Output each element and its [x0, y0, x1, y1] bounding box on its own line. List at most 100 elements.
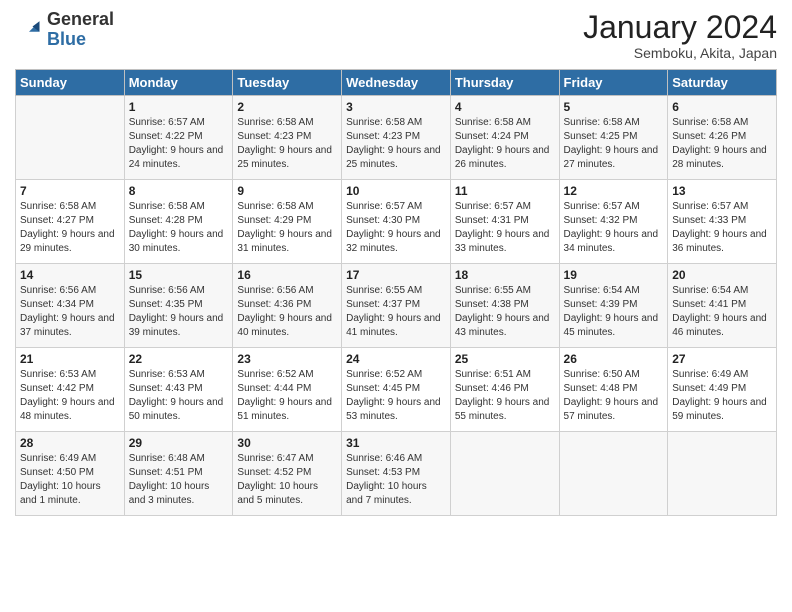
weekday-wednesday: Wednesday: [342, 70, 451, 96]
weekday-friday: Friday: [559, 70, 668, 96]
calendar-cell: 30Sunrise: 6:47 AMSunset: 4:52 PMDayligh…: [233, 432, 342, 516]
day-number: 27: [672, 352, 772, 366]
calendar-cell: 10 Sunrise: 6:57 AMSunset: 4:30 PMDayligh…: [342, 180, 451, 264]
title-block: January 2024 Semboku, Akita, Japan: [583, 10, 777, 61]
calendar-cell: 24 Sunrise: 6:52 AMSunset: 4:45 PMDayligh…: [342, 348, 451, 432]
day-number: 31: [346, 436, 446, 450]
calendar-week-4: 21Sunrise: 6:53 AMSunset: 4:42 PMDayligh…: [16, 348, 777, 432]
day-number: 2: [237, 100, 337, 114]
calendar-cell: 16 Sunrise: 6:56 AMSunset: 4:36 PMDayligh…: [233, 264, 342, 348]
weekday-tuesday: Tuesday: [233, 70, 342, 96]
day-info: Sunrise: 6:58 AMSunset: 4:23 PMDaylight:…: [346, 116, 446, 172]
day-info: Sunrise: 6:54 AMSunset: 4:41 PMDaylight:…: [672, 284, 772, 340]
day-number: 21: [20, 352, 120, 366]
calendar-cell: 12 Sunrise: 6:57 AMSunset: 4:32 PMDayligh…: [559, 180, 668, 264]
day-number: 13: [672, 184, 772, 198]
logo-icon: [15, 16, 43, 44]
day-info: Sunrise: 6:58 AMSunset: 4:26 PMDaylight:…: [672, 116, 772, 172]
day-number: 23: [237, 352, 337, 366]
day-info: Sunrise: 6:49 AMSunset: 4:49 PMDaylight:…: [672, 368, 772, 424]
day-info: Sunrise: 6:58 AMSunset: 4:29 PMDaylight:…: [237, 200, 337, 256]
day-number: 18: [455, 268, 555, 282]
calendar-week-2: 7 Sunrise: 6:58 AMSunset: 4:27 PMDaylight…: [16, 180, 777, 264]
calendar-cell: [559, 432, 668, 516]
day-info: Sunrise: 6:56 AMSunset: 4:35 PMDaylight:…: [129, 284, 229, 340]
calendar-cell: 3 Sunrise: 6:58 AMSunset: 4:23 PMDaylight…: [342, 96, 451, 180]
day-number: 29: [129, 436, 229, 450]
day-info: Sunrise: 6:57 AMSunset: 4:33 PMDaylight:…: [672, 200, 772, 256]
calendar-cell: 22Sunrise: 6:53 AMSunset: 4:43 PMDayligh…: [124, 348, 233, 432]
day-number: 5: [564, 100, 664, 114]
calendar-body: 1 Sunrise: 6:57 AMSunset: 4:22 PMDaylight…: [16, 96, 777, 516]
day-info: Sunrise: 6:57 AMSunset: 4:22 PMDaylight:…: [129, 116, 229, 172]
weekday-sunday: Sunday: [16, 70, 125, 96]
day-number: 28: [20, 436, 120, 450]
day-number: 16: [237, 268, 337, 282]
day-number: 25: [455, 352, 555, 366]
day-number: 6: [672, 100, 772, 114]
day-number: 14: [20, 268, 120, 282]
day-number: 12: [564, 184, 664, 198]
day-number: 7: [20, 184, 120, 198]
day-info: Sunrise: 6:57 AMSunset: 4:30 PMDaylight:…: [346, 200, 446, 256]
day-number: 3: [346, 100, 446, 114]
day-info: Sunrise: 6:58 AMSunset: 4:24 PMDaylight:…: [455, 116, 555, 172]
calendar-cell: 13 Sunrise: 6:57 AMSunset: 4:33 PMDayligh…: [668, 180, 777, 264]
calendar-cell: 27 Sunrise: 6:49 AMSunset: 4:49 PMDayligh…: [668, 348, 777, 432]
calendar-cell: 19 Sunrise: 6:54 AMSunset: 4:39 PMDayligh…: [559, 264, 668, 348]
day-info: Sunrise: 6:49 AMSunset: 4:50 PMDaylight:…: [20, 452, 120, 508]
day-info: Sunrise: 6:52 AMSunset: 4:44 PMDaylight:…: [237, 368, 337, 424]
day-number: 24: [346, 352, 446, 366]
calendar-cell: 18Sunrise: 6:55 AMSunset: 4:38 PMDayligh…: [450, 264, 559, 348]
day-number: 22: [129, 352, 229, 366]
header-row: General Blue January 2024 Semboku, Akita…: [15, 10, 777, 61]
calendar-cell: 11 Sunrise: 6:57 AMSunset: 4:31 PMDayligh…: [450, 180, 559, 264]
day-info: Sunrise: 6:47 AMSunset: 4:52 PMDaylight:…: [237, 452, 337, 508]
day-number: 1: [129, 100, 229, 114]
calendar-week-3: 14 Sunrise: 6:56 AMSunset: 4:34 PMDayligh…: [16, 264, 777, 348]
day-number: 11: [455, 184, 555, 198]
day-info: Sunrise: 6:57 AMSunset: 4:32 PMDaylight:…: [564, 200, 664, 256]
calendar-cell: 26 Sunrise: 6:50 AMSunset: 4:48 PMDayligh…: [559, 348, 668, 432]
calendar-cell: 29 Sunrise: 6:48 AMSunset: 4:51 PMDayligh…: [124, 432, 233, 516]
day-info: Sunrise: 6:56 AMSunset: 4:34 PMDaylight:…: [20, 284, 120, 340]
day-info: Sunrise: 6:52 AMSunset: 4:45 PMDaylight:…: [346, 368, 446, 424]
calendar-container: General Blue January 2024 Semboku, Akita…: [0, 0, 792, 526]
day-number: 20: [672, 268, 772, 282]
logo-blue: Blue: [47, 29, 86, 49]
day-info: Sunrise: 6:55 AMSunset: 4:37 PMDaylight:…: [346, 284, 446, 340]
day-number: 10: [346, 184, 446, 198]
calendar-cell: 28 Sunrise: 6:49 AMSunset: 4:50 PMDayligh…: [16, 432, 125, 516]
calendar-cell: [668, 432, 777, 516]
calendar-cell: 25Sunrise: 6:51 AMSunset: 4:46 PMDayligh…: [450, 348, 559, 432]
day-info: Sunrise: 6:56 AMSunset: 4:36 PMDaylight:…: [237, 284, 337, 340]
day-info: Sunrise: 6:48 AMSunset: 4:51 PMDaylight:…: [129, 452, 229, 508]
day-number: 9: [237, 184, 337, 198]
day-info: Sunrise: 6:50 AMSunset: 4:48 PMDaylight:…: [564, 368, 664, 424]
day-number: 4: [455, 100, 555, 114]
calendar-cell: 23 Sunrise: 6:52 AMSunset: 4:44 PMDayligh…: [233, 348, 342, 432]
weekday-saturday: Saturday: [668, 70, 777, 96]
weekday-header-row: Sunday Monday Tuesday Wednesday Thursday…: [16, 70, 777, 96]
calendar-cell: 31 Sunrise: 6:46 AMSunset: 4:53 PMDayligh…: [342, 432, 451, 516]
calendar-cell: 1 Sunrise: 6:57 AMSunset: 4:22 PMDaylight…: [124, 96, 233, 180]
calendar-cell: 9 Sunrise: 6:58 AMSunset: 4:29 PMDaylight…: [233, 180, 342, 264]
day-info: Sunrise: 6:58 AMSunset: 4:25 PMDaylight:…: [564, 116, 664, 172]
calendar-cell: 7 Sunrise: 6:58 AMSunset: 4:27 PMDaylight…: [16, 180, 125, 264]
day-info: Sunrise: 6:54 AMSunset: 4:39 PMDaylight:…: [564, 284, 664, 340]
day-info: Sunrise: 6:58 AMSunset: 4:27 PMDaylight:…: [20, 200, 120, 256]
calendar-cell: 17Sunrise: 6:55 AMSunset: 4:37 PMDayligh…: [342, 264, 451, 348]
calendar-cell: [16, 96, 125, 180]
logo-general: General: [47, 9, 114, 29]
logo: General Blue: [15, 10, 114, 50]
calendar-cell: 21Sunrise: 6:53 AMSunset: 4:42 PMDayligh…: [16, 348, 125, 432]
calendar-cell: 5 Sunrise: 6:58 AMSunset: 4:25 PMDaylight…: [559, 96, 668, 180]
calendar-cell: 15Sunrise: 6:56 AMSunset: 4:35 PMDayligh…: [124, 264, 233, 348]
logo-text: General Blue: [47, 10, 114, 50]
calendar-week-1: 1 Sunrise: 6:57 AMSunset: 4:22 PMDaylight…: [16, 96, 777, 180]
day-number: 19: [564, 268, 664, 282]
calendar-title: January 2024: [583, 10, 777, 45]
day-number: 26: [564, 352, 664, 366]
day-info: Sunrise: 6:57 AMSunset: 4:31 PMDaylight:…: [455, 200, 555, 256]
day-info: Sunrise: 6:46 AMSunset: 4:53 PMDaylight:…: [346, 452, 446, 508]
